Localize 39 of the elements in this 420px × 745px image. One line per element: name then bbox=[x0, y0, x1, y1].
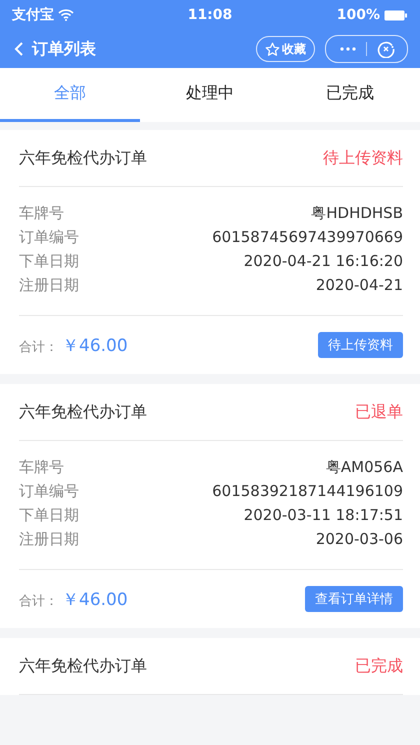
field-label: 车牌号 bbox=[19, 458, 64, 476]
field-value: 2020-03-11 18:17:51 bbox=[244, 506, 403, 524]
field-value: 粤AM056A bbox=[326, 458, 403, 476]
field-value: 60158745697439970669 bbox=[212, 228, 403, 246]
status-time: 11:08 bbox=[188, 7, 232, 23]
order-action-button[interactable]: 查看订单详情 bbox=[305, 586, 403, 612]
total-label: 合计： bbox=[19, 592, 58, 610]
battery-icon bbox=[384, 10, 408, 20]
field-label: 订单编号 bbox=[19, 228, 79, 246]
field-value: 60158392187144196109 bbox=[212, 482, 403, 500]
carrier-name: 支付宝 bbox=[12, 6, 54, 24]
field-label: 下单日期 bbox=[19, 506, 79, 524]
page-title: 订单列表 bbox=[32, 38, 97, 60]
more-icon[interactable] bbox=[340, 47, 356, 51]
field-label: 订单编号 bbox=[19, 482, 79, 500]
back-icon[interactable] bbox=[14, 42, 24, 56]
field-label: 注册日期 bbox=[19, 530, 79, 548]
field-value: 2020-04-21 bbox=[316, 276, 403, 294]
field-label: 下单日期 bbox=[19, 252, 79, 270]
order-title: 六年免检代办订单 bbox=[19, 148, 147, 168]
order-action-button[interactable]: 待上传资料 bbox=[318, 332, 403, 358]
field-value: 2020-03-06 bbox=[316, 530, 403, 548]
total-amount: ￥46.00 bbox=[62, 334, 128, 356]
order-title: 六年免检代办订单 bbox=[19, 656, 147, 676]
field-value: 粤HDHDHSB bbox=[311, 204, 403, 222]
field-label: 车牌号 bbox=[19, 204, 64, 222]
favorite-button[interactable]: 收藏 bbox=[256, 36, 315, 62]
wifi-icon bbox=[58, 9, 74, 21]
field-label: 注册日期 bbox=[19, 276, 79, 294]
order-status: 已退单 bbox=[355, 402, 403, 422]
field-value: 2020-04-21 16:16:20 bbox=[244, 252, 403, 270]
order-status: 已完成 bbox=[355, 656, 403, 676]
close-icon[interactable] bbox=[377, 40, 395, 58]
battery-percent: 100% bbox=[336, 7, 380, 23]
star-icon bbox=[265, 42, 280, 56]
order-status: 待上传资料 bbox=[323, 148, 403, 168]
total-label: 合计： bbox=[19, 338, 58, 356]
total-amount: ￥46.00 bbox=[62, 588, 128, 610]
order-title: 六年免检代办订单 bbox=[19, 402, 147, 422]
